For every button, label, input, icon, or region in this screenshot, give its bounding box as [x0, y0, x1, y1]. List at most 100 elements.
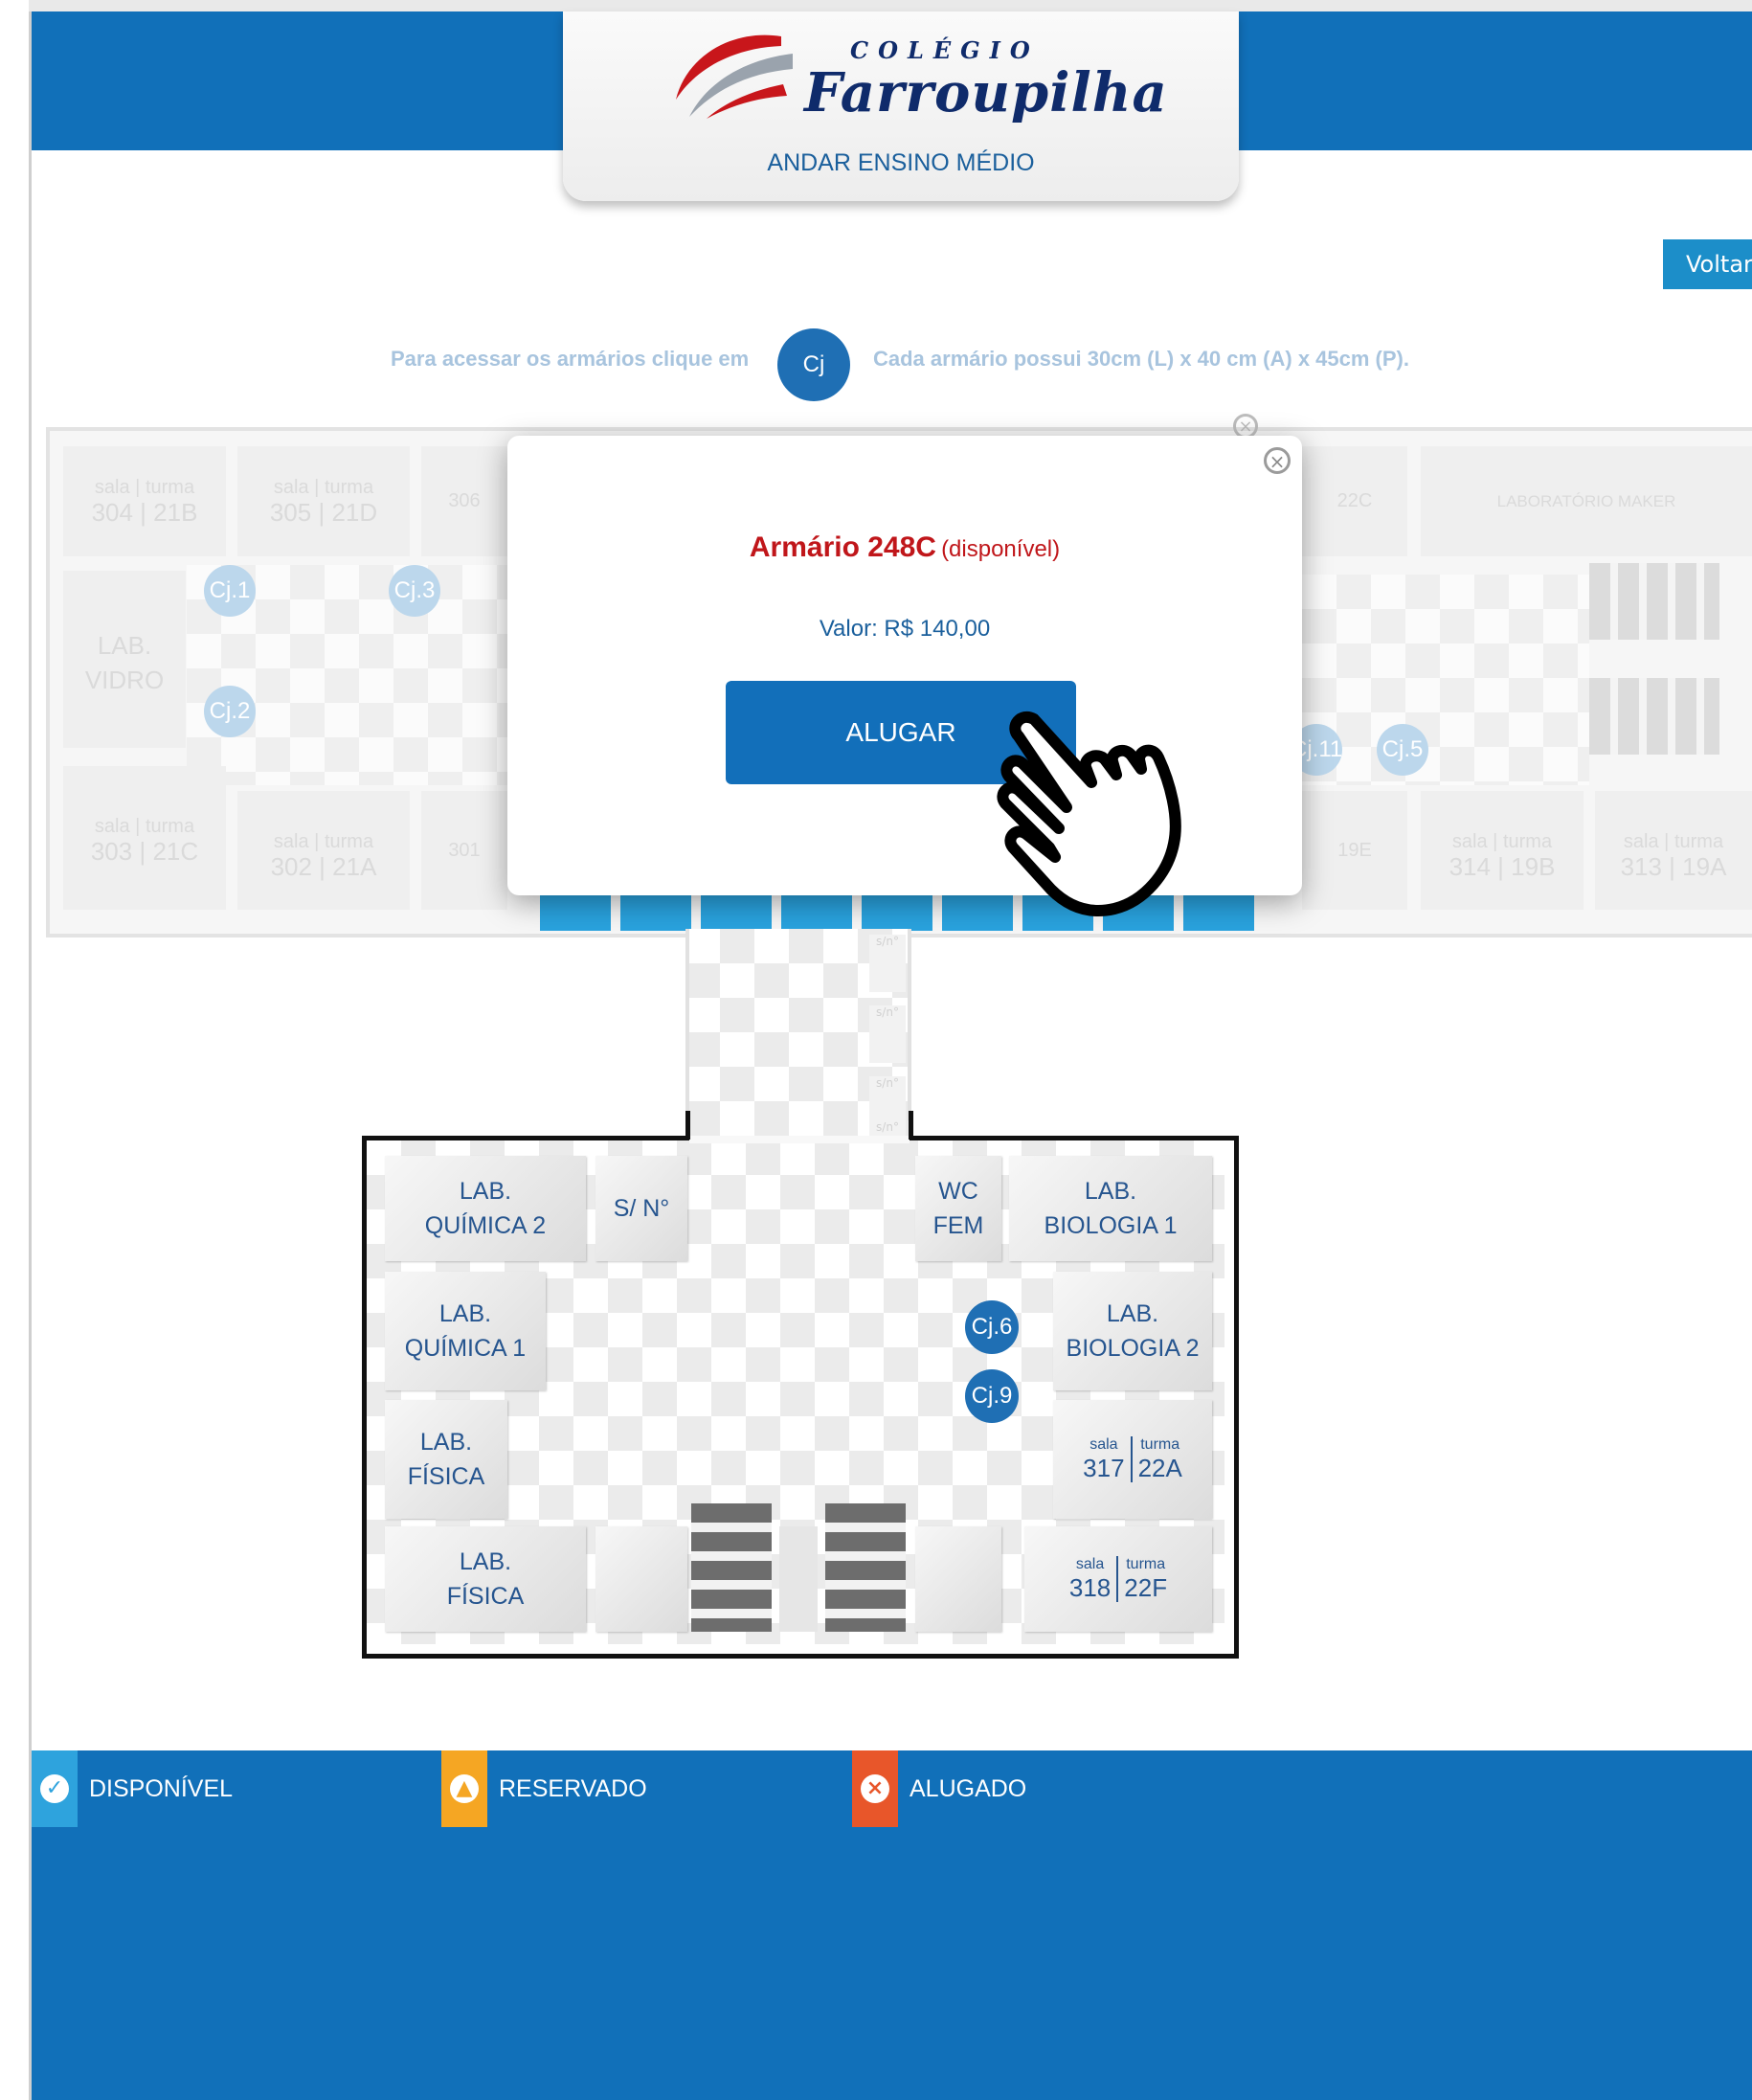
turma-label: turma	[324, 831, 374, 852]
logo-card: COLÉGIO Farroupilha ANDAR ENSINO MÉDIO	[563, 11, 1239, 201]
room-label: s/n°	[876, 1005, 899, 1019]
instruction-left-text: Para acessar os armários clique em	[391, 347, 750, 371]
upper-room-305[interactable]: sala | turma 305 | 21D	[237, 446, 410, 556]
room-label-line: BIOLOGIA 1	[1044, 1212, 1178, 1239]
upper-room-304[interactable]: sala | turma 304 | 21B	[63, 446, 226, 556]
room-label: S/ N°	[613, 1195, 670, 1222]
cluster-badge-cj2[interactable]: Cj.2	[204, 686, 256, 737]
modal-title: Armário 248C (disponível)	[507, 531, 1302, 564]
room-label-line: LAB.	[419, 1429, 473, 1456]
upper-corridor-right	[1302, 575, 1589, 785]
corridor-wall-left	[685, 929, 689, 1120]
sala-turma-label: sala 317 turma 22A	[1077, 1436, 1188, 1482]
turma-label: turma	[1126, 1556, 1166, 1572]
stairs-divider	[779, 1526, 818, 1632]
room-number: 318	[1068, 1573, 1112, 1602]
room-label-line: WC	[938, 1178, 978, 1205]
lower-wall-notch-left	[685, 1111, 690, 1140]
room-number: 301	[448, 840, 481, 861]
upper-room-303[interactable]: sala | turma 303 | 21C	[63, 766, 226, 910]
room-lab-quimica-2[interactable]: LAB. QUÍMICA 2	[385, 1156, 586, 1261]
logo-name-text: Farroupilha	[804, 61, 1168, 124]
cluster-label: Cj.1	[209, 577, 251, 603]
sala-label: sala	[94, 816, 130, 837]
locker[interactable]	[1183, 891, 1254, 931]
cluster-badge-cj1[interactable]: Cj.1	[204, 565, 256, 617]
upper-room-313[interactable]: sala | turma 313 | 19A	[1595, 791, 1752, 910]
locker[interactable]	[620, 891, 691, 931]
locker[interactable]	[701, 891, 772, 931]
class-code: 19B	[1511, 852, 1556, 881]
turma-label: turma	[1502, 831, 1553, 852]
room-lab-fisica-b[interactable]: LAB. FÍSICA	[385, 1526, 586, 1632]
class-code: 19E	[1337, 840, 1372, 861]
back-button[interactable]: Voltar	[1663, 239, 1752, 289]
locker[interactable]	[862, 891, 932, 931]
room-storage-right[interactable]	[915, 1526, 1001, 1632]
close-icon[interactable]: ×	[1264, 447, 1291, 474]
room-label-line: LAB.	[459, 1178, 512, 1205]
class-code: 19A	[1682, 852, 1727, 881]
room-label: s/n°	[876, 1076, 899, 1090]
room-label-line: QUÍMICA 1	[404, 1335, 527, 1362]
legend-label: ALUGADO	[910, 1774, 1027, 1802]
sala-label: sala	[1089, 1436, 1118, 1453]
class-code: 21B	[153, 498, 198, 527]
room-storage-left[interactable]	[595, 1526, 687, 1632]
room-lab-biologia-2[interactable]: LAB. BIOLOGIA 2	[1053, 1272, 1212, 1390]
class-code: 21A	[332, 852, 377, 881]
logo-colegio-text: COLÉGIO	[850, 36, 1040, 64]
room-lab-biologia-1[interactable]: LAB. BIOLOGIA 1	[1009, 1156, 1212, 1261]
room-wc-fem[interactable]: WC FEM	[915, 1156, 1001, 1261]
room-label-line: QUÍMICA 2	[424, 1212, 547, 1239]
upper-room-lab-vidro[interactable]: LAB. VIDRO	[63, 571, 186, 748]
room-318[interactable]: sala 318 turma 22F	[1024, 1526, 1212, 1632]
class-code: 22A	[1137, 1454, 1182, 1482]
legend-swatch-disponivel: ✓	[32, 1750, 78, 1827]
room-lab-fisica-a[interactable]: LAB. FÍSICA	[385, 1400, 507, 1519]
legend-swatch-reservado: ▲	[441, 1750, 487, 1827]
stairs-right	[825, 1503, 906, 1632]
upper-room-314[interactable]: sala | turma 314 | 19B	[1421, 791, 1584, 910]
room-lab-quimica-1[interactable]: LAB. QUÍMICA 1	[385, 1272, 546, 1390]
room-317[interactable]: sala 317 turma 22A	[1053, 1400, 1212, 1519]
cluster-badge-cj6[interactable]: Cj.6	[965, 1300, 1019, 1354]
stairs-left	[691, 1503, 772, 1632]
cluster-label: Cj.5	[1381, 736, 1424, 762]
locker-status: (disponível)	[941, 536, 1061, 562]
cluster-label: Cj.3	[393, 577, 436, 603]
check-icon: ✓	[40, 1774, 69, 1803]
upper-room-19e[interactable]: 19E	[1302, 791, 1407, 910]
locker[interactable]	[781, 891, 852, 931]
locker[interactable]	[540, 891, 611, 931]
cluster-badge-cj5[interactable]: Cj.5	[1377, 724, 1428, 776]
upper-room-302[interactable]: sala | turma 302 | 21A	[237, 791, 410, 910]
sala-label: sala	[94, 477, 130, 498]
corridor-sn-1: s/n°	[869, 935, 906, 992]
sala-label: sala	[1623, 831, 1659, 852]
sala-label: sala	[1451, 831, 1488, 852]
corridor-wall-right	[908, 929, 911, 1120]
upper-room-306[interactable]: 306	[421, 446, 507, 556]
room-number: 306	[448, 490, 481, 511]
upper-room-22c[interactable]: 22C	[1302, 446, 1407, 556]
turma-label: turma	[1673, 831, 1724, 852]
class-code: 22F	[1124, 1573, 1168, 1602]
room-label: LABORATÓRIO MAKER	[1496, 492, 1676, 510]
cluster-badge-cj3[interactable]: Cj.3	[389, 565, 440, 617]
hand-pointer-icon	[997, 711, 1181, 916]
class-code: 21C	[152, 837, 199, 866]
upper-room-lab-maker[interactable]: LABORATÓRIO MAKER	[1421, 446, 1752, 556]
sala-label: sala	[1075, 1556, 1105, 1572]
cluster-label: Cj.2	[209, 698, 251, 724]
cluster-badge-cj9[interactable]: Cj.9	[965, 1369, 1019, 1423]
room-sn[interactable]: S/ N°	[595, 1156, 687, 1261]
room-number: 302	[270, 852, 312, 881]
upper-room-301[interactable]: 301	[421, 791, 507, 910]
room-label-line: LAB.	[1106, 1300, 1159, 1327]
room-number: 314	[1449, 852, 1491, 881]
corridor-sn-2: s/n°	[869, 1005, 906, 1063]
room-label-line: LAB.	[459, 1548, 512, 1575]
room-number: 305	[269, 498, 312, 527]
page-frame-top	[29, 0, 1752, 11]
